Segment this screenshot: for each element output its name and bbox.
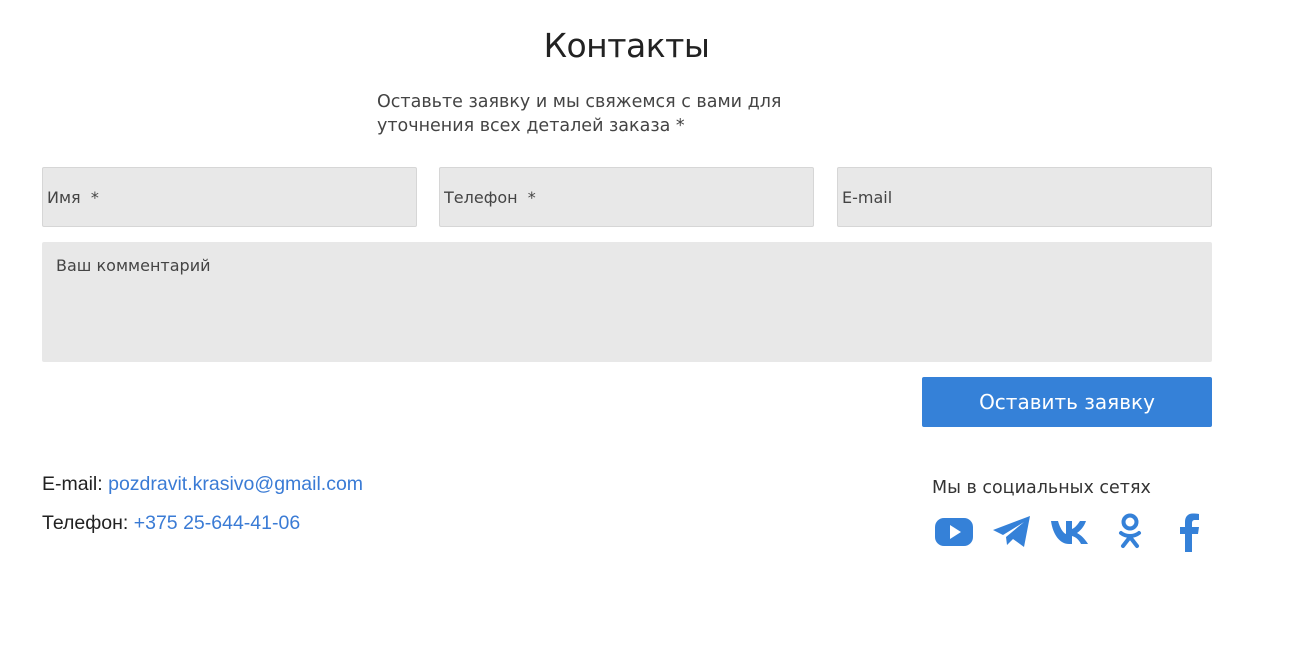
email-link[interactable]: pozdravit.krasivo@gmail.com (108, 473, 363, 495)
odnoklassniki-icon[interactable] (1109, 511, 1151, 553)
telegram-icon[interactable] (991, 511, 1033, 553)
phone-link[interactable]: +375 25-644-41-06 (134, 512, 300, 534)
page-title: Контакты (543, 26, 710, 65)
email-field[interactable] (837, 167, 1212, 227)
vk-icon[interactable] (1050, 511, 1092, 553)
submit-button[interactable]: Оставить заявку (922, 377, 1212, 427)
name-field[interactable] (42, 167, 417, 227)
contact-email: E-mail: pozdravit.krasivo@gmail.com (42, 473, 363, 496)
youtube-icon[interactable] (933, 511, 975, 553)
comment-field[interactable] (42, 242, 1212, 362)
facebook-icon[interactable] (1168, 511, 1210, 553)
contact-phone: Телефон: +375 25-644-41-06 (42, 512, 300, 535)
page-subtitle: Оставьте заявку и мы свяжемся с вами для… (377, 92, 782, 136)
email-label: E-mail: (42, 473, 109, 495)
phone-label: Телефон: (42, 512, 134, 534)
phone-field[interactable] (439, 167, 814, 227)
social-heading: Мы в социальных сетях (932, 478, 1151, 498)
contacts-page: Контакты Оставьте заявку и мы свяжемся с… (0, 0, 1309, 654)
